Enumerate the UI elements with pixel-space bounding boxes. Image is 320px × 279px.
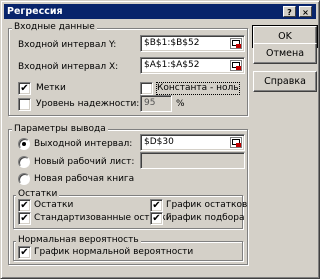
residuals-checkbox[interactable]: ✔ (18, 199, 31, 212)
output-range-value: $D$30 (144, 137, 174, 147)
fit-plot-checkbox-label: График подбора (166, 213, 245, 223)
confidence-level-value: 95 (144, 98, 156, 108)
range-select-y-icon[interactable] (230, 38, 242, 49)
input-y-value: $B$1:$B$52 (144, 38, 200, 48)
labels-checkbox[interactable]: ✔ (18, 82, 31, 95)
new-sheet-field[interactable] (140, 152, 245, 169)
new-workbook-radio[interactable] (18, 173, 30, 185)
confidence-level-field[interactable]: 95 (140, 95, 172, 112)
help-icon[interactable]: ? (283, 6, 296, 17)
output-range-radio[interactable] (18, 138, 30, 150)
input-x-label: Входной интервал X: (18, 62, 119, 72)
input-x-field[interactable]: $A$1:$A$52 (140, 57, 245, 74)
labels-checkbox-label: Метки (36, 83, 66, 93)
help-button[interactable]: Справка (253, 71, 317, 92)
normal-probability-plot-label: График нормальной вероятности (34, 247, 194, 257)
residual-plot-checkbox[interactable]: ✔ (150, 199, 163, 212)
input-x-value: $A$1:$A$52 (144, 60, 200, 70)
range-select-output-icon[interactable] (230, 137, 242, 148)
output-range-field[interactable]: $D$30 (140, 134, 245, 151)
regression-dialog: Регрессия ? × Входные данные Входной инт… (0, 0, 320, 279)
fit-plot-checkbox[interactable]: ✔ (150, 212, 163, 225)
input-group-title: Входные данные (12, 22, 97, 33)
new-sheet-label: Новый рабочий лист: (34, 157, 135, 167)
range-select-x-icon[interactable] (230, 60, 242, 71)
input-y-field[interactable]: $B$1:$B$52 (140, 35, 245, 52)
normal-probability-group-title: Нормальная вероятность (16, 235, 141, 246)
residuals-checkbox-label: Остатки (34, 200, 74, 210)
cancel-button[interactable]: Отмена (253, 43, 317, 64)
residual-plot-checkbox-label: График остатков (166, 200, 248, 210)
constant-zero-checkbox[interactable] (140, 82, 153, 95)
title-bar[interactable]: Регрессия ? × (4, 4, 316, 19)
new-sheet-radio[interactable] (18, 156, 30, 168)
standardized-residuals-checkbox[interactable]: ✔ (18, 212, 31, 225)
new-workbook-label: Новая рабочая книга (34, 174, 135, 184)
confidence-checkbox-label: Уровень надежности: (36, 99, 140, 109)
output-group-title: Параметры вывода (12, 124, 108, 135)
close-icon[interactable]: × (299, 6, 312, 17)
constant-zero-checkbox-label: Константа - ноль (156, 82, 240, 95)
confidence-unit: % (176, 99, 185, 109)
normal-probability-plot-checkbox[interactable]: ✔ (18, 246, 31, 259)
output-range-label: Выходной интервал: (34, 139, 133, 149)
confidence-checkbox[interactable] (18, 98, 31, 111)
input-y-label: Входной интервал Y: (18, 40, 117, 50)
window-title: Регрессия (7, 6, 63, 17)
